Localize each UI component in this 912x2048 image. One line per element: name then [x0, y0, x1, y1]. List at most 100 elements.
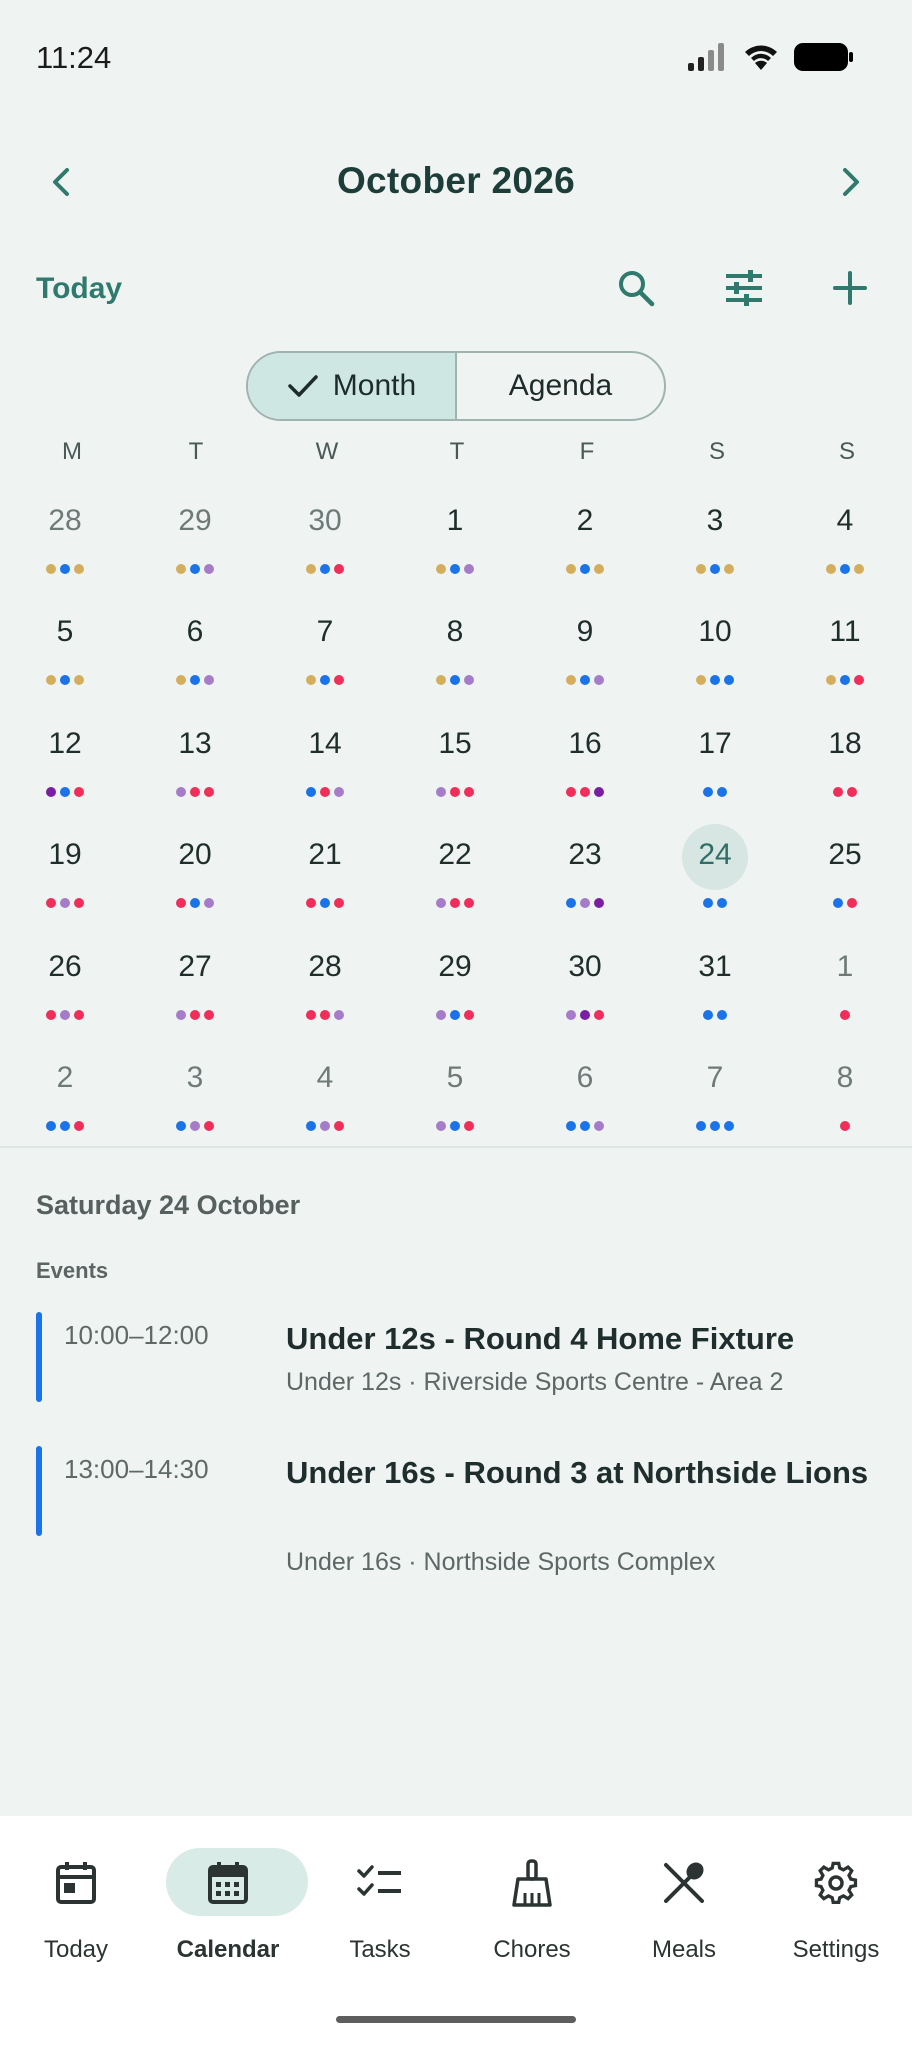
nav-tasks[interactable]: Tasks [304, 1848, 456, 1968]
event-dot [566, 564, 576, 574]
event-dots [780, 1121, 910, 1131]
calendar-day[interactable]: 3 [130, 1047, 260, 1158]
calendar-day[interactable]: 3 [650, 490, 780, 601]
weekday-label: F [579, 438, 595, 465]
calendar-day[interactable]: 16 [520, 713, 650, 824]
calendar-day[interactable]: 8 [780, 1047, 910, 1158]
day-number: 23 [568, 838, 602, 872]
month-view-button[interactable]: Month [248, 353, 457, 419]
nav-settings[interactable]: Settings [760, 1848, 912, 1968]
calendar-day[interactable]: 4 [260, 1047, 390, 1158]
calendar-day[interactable]: 14 [260, 713, 390, 824]
nav-meals[interactable]: Meals [608, 1848, 760, 1968]
calendar-day[interactable]: 7 [650, 1047, 780, 1158]
event-item[interactable]: 13:00–14:30 Under 16s - Round 3 at North… [36, 1446, 876, 1586]
calendar-day[interactable]: 12 [0, 713, 130, 824]
event-item[interactable]: 10:00–12:00 Under 12s - Round 4 Home Fix… [36, 1312, 876, 1404]
calendar-day[interactable]: 15 [390, 713, 520, 824]
weekday-label: T [449, 438, 465, 465]
nav-calendar[interactable]: Calendar [152, 1848, 308, 1968]
calendar-day[interactable]: 23 [520, 824, 650, 935]
calendar-day[interactable]: 8 [390, 601, 520, 712]
calendar-day[interactable]: 9 [520, 601, 650, 712]
day-number: 4 [316, 1061, 334, 1094]
day-number: 24 [698, 838, 732, 872]
day-number: 12 [48, 726, 82, 760]
event-dot [334, 564, 344, 574]
calendar-day[interactable]: 22 [390, 824, 520, 935]
checklist-icon [355, 1858, 405, 1908]
event-dots [520, 1121, 650, 1131]
calendar-day[interactable]: 19 [0, 824, 130, 935]
battery-icon [794, 43, 853, 71]
nav-chores[interactable]: Chores [456, 1848, 608, 1968]
calendar-day[interactable]: 30 [260, 490, 390, 601]
calendar-day[interactable]: 25 [780, 824, 910, 935]
event-dot [580, 898, 590, 909]
calendar-day[interactable]: 26 [0, 936, 130, 1047]
calendar-day[interactable]: 20 [130, 824, 260, 935]
event-dot [46, 786, 56, 797]
event-dots [520, 675, 650, 686]
event-dot [320, 1121, 330, 1131]
calendar-day[interactable]: 21 [260, 824, 390, 935]
calendar-day[interactable]: 27 [130, 936, 260, 1047]
event-dots [520, 786, 650, 797]
day-number: 2 [56, 1061, 74, 1094]
nav-label: Tasks [349, 1936, 411, 1963]
event-dots [780, 564, 910, 574]
event-dot [566, 1009, 576, 1020]
filter-button[interactable] [720, 264, 768, 312]
event-dots [260, 1009, 390, 1020]
calendar-day[interactable]: 11 [780, 601, 910, 712]
event-dot [46, 898, 56, 909]
calendar-day[interactable]: 7 [260, 601, 390, 712]
event-dot [74, 564, 84, 574]
event-dot [854, 675, 864, 686]
calendar-day[interactable]: 1 [780, 936, 910, 1047]
calendar-day[interactable]: 17 [650, 713, 780, 824]
calendar-day[interactable]: 30 [520, 936, 650, 1047]
calendar-day[interactable]: 13 [130, 713, 260, 824]
calendar-day[interactable]: 4 [780, 490, 910, 601]
calendar-day[interactable]: 2 [0, 1047, 130, 1158]
day-number: 6 [186, 615, 204, 649]
event-subtitle: Under 16s · Northside Sports Complex [286, 1548, 716, 1576]
event-dot [594, 898, 604, 909]
calendar-day[interactable]: 28 [0, 490, 130, 601]
calendar-day[interactable]: 6 [520, 1047, 650, 1158]
calendar-day[interactable]: 28 [260, 936, 390, 1047]
event-dot [703, 786, 713, 797]
calendar-day[interactable]: 5 [0, 601, 130, 712]
event-dot [60, 1121, 70, 1131]
add-event-button[interactable] [826, 264, 874, 312]
agenda-view-button[interactable]: Agenda [457, 353, 664, 419]
calendar-day[interactable]: 2 [520, 490, 650, 601]
event-dot [464, 1121, 474, 1131]
nav-today[interactable]: Today [0, 1848, 152, 1968]
event-dots [650, 1121, 780, 1131]
day-number: 1 [836, 949, 854, 983]
nav-label: Calendar [176, 1936, 280, 1963]
day-number: 30 [568, 949, 602, 983]
calendar-day[interactable]: 31 [650, 936, 780, 1047]
weekday-label: S [708, 438, 725, 465]
event-dots [130, 675, 260, 686]
today-button[interactable]: Today [36, 272, 122, 306]
search-button[interactable] [612, 264, 660, 312]
calendar-day[interactable]: 6 [130, 601, 260, 712]
event-dot [847, 898, 857, 909]
weekday-label: M [62, 438, 82, 465]
event-dot [840, 1009, 850, 1020]
calendar-day[interactable]: 29 [130, 490, 260, 601]
calendar-day-selected[interactable]: 24 [650, 824, 780, 935]
calendar-day[interactable]: 18 [780, 713, 910, 824]
calendar-day[interactable]: 5 [390, 1047, 520, 1158]
next-month-button[interactable] [826, 158, 874, 206]
event-dot [306, 564, 316, 574]
event-dot [566, 675, 576, 686]
calendar-day[interactable]: 1 [390, 490, 520, 601]
calendar-day[interactable]: 10 [650, 601, 780, 712]
bottom-navigation: Today Calendar Tasks Chores Meals Settin [0, 1816, 912, 2048]
calendar-day[interactable]: 29 [390, 936, 520, 1047]
